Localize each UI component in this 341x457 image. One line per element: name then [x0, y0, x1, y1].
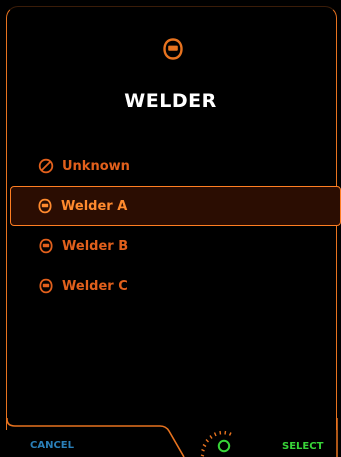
list-item-label: Unknown: [62, 158, 130, 174]
list-item-welder-b[interactable]: Welder B: [10, 226, 341, 266]
list-item-unknown[interactable]: Unknown: [10, 146, 341, 186]
welding-helmet-icon: [163, 38, 183, 60]
list-item-label: Welder A: [61, 198, 128, 214]
select-button[interactable]: SELECT: [282, 441, 323, 452]
list-item-label: Welder C: [62, 278, 128, 294]
list-item-label: Welder B: [62, 238, 129, 254]
screen: WELDER Unknown Welder A Welder B Welder …: [0, 0, 341, 457]
prohibited-circle-icon: [38, 158, 54, 174]
welding-helmet-icon: [37, 198, 53, 214]
welder-list: Unknown Welder A Welder B Welder C: [10, 146, 341, 306]
list-item-welder-c[interactable]: Welder C: [10, 266, 341, 306]
welding-helmet-icon: [38, 278, 54, 294]
page-title: WELDER: [124, 90, 217, 112]
rotary-knob-icon[interactable]: [198, 420, 244, 457]
list-item-welder-a[interactable]: Welder A: [10, 186, 341, 226]
welding-helmet-icon: [38, 238, 54, 254]
cancel-button[interactable]: CANCEL: [30, 440, 74, 451]
